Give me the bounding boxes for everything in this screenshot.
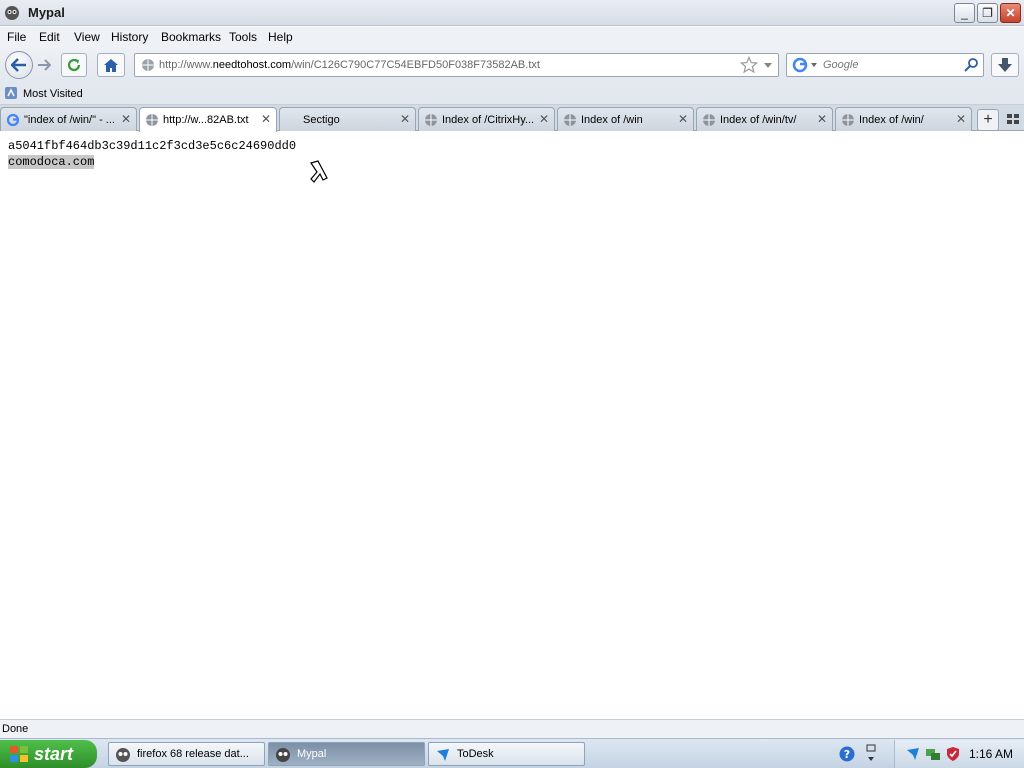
home-button[interactable] <box>97 53 125 77</box>
search-input[interactable]: Google <box>823 59 858 71</box>
svg-text:?: ? <box>844 748 850 761</box>
reload-icon <box>67 58 81 72</box>
url-history-dropdown-icon[interactable] <box>763 58 773 72</box>
bookmark-star-icon[interactable] <box>740 56 758 74</box>
search-icon[interactable] <box>963 57 979 73</box>
list-all-tabs-icon[interactable] <box>1006 112 1020 126</box>
security-shield-icon[interactable] <box>945 746 961 762</box>
start-label: start <box>34 743 74 764</box>
taskbar-item-mypal[interactable]: Mypal <box>268 742 425 766</box>
language-bar-icon[interactable] <box>864 743 878 765</box>
search-bar[interactable]: Google <box>786 53 984 77</box>
title-bar: Mypal _ ❐ ✕ <box>0 0 1024 26</box>
tab-index-win-tv[interactable]: Index of /win/tv/ ✕ <box>696 107 833 131</box>
url-bar[interactable]: http://www.needtohost.com/win/C126C790C7… <box>134 53 779 77</box>
menu-help[interactable]: Help <box>268 30 293 44</box>
menu-bar: File Edit View History Bookmarks Tools H… <box>0 27 1024 47</box>
globe-icon <box>564 114 576 126</box>
globe-icon <box>842 114 854 126</box>
most-visited-bookmark[interactable]: Most Visited <box>23 88 83 100</box>
taskbar-item-label: ToDesk <box>457 748 494 760</box>
status-text: Done <box>2 723 29 735</box>
tab-label: http://w...82AB.txt <box>163 114 249 126</box>
most-visited-folder-icon <box>5 87 17 99</box>
taskbar-item-label: firefox 68 release dat... <box>137 748 249 760</box>
menu-tools[interactable]: Tools <box>229 30 257 44</box>
menu-view[interactable]: View <box>74 30 100 44</box>
back-arrow-icon <box>11 58 26 72</box>
home-icon <box>104 58 118 72</box>
restore-button[interactable]: ❐ <box>977 3 998 23</box>
help-icon[interactable]: ? <box>838 745 856 763</box>
forward-arrow-icon <box>38 59 51 71</box>
mypal-app-icon <box>276 748 290 762</box>
tab-sectigo[interactable]: Sectigo ✕ <box>279 107 416 131</box>
mypal-app-icon <box>5 6 19 20</box>
tab-label: Index of /win/tv/ <box>720 114 797 126</box>
page-content: a5041fbf464db3c39d11c2f3cd3e5c6c24690dd0… <box>0 132 1024 719</box>
tab-close-icon[interactable]: ✕ <box>539 112 549 126</box>
taskbar: start firefox 68 release dat... Mypal To… <box>0 738 1024 768</box>
status-bar: Done <box>0 719 1024 738</box>
tab-label: Index of /CitrixHy... <box>442 114 535 126</box>
url-text[interactable]: http://www.needtohost.com/win/C126C790C7… <box>159 59 540 71</box>
system-tray: 1:16 AM <box>894 740 1024 768</box>
todesk-icon <box>437 749 449 761</box>
new-tab-button[interactable]: + <box>977 109 999 131</box>
start-button[interactable]: start <box>0 740 97 768</box>
clock: 1:16 AM <box>969 747 1014 761</box>
tab-label: Index of /win <box>581 114 643 126</box>
reload-button[interactable] <box>61 53 87 77</box>
tab-index-win-search[interactable]: "index of /win/" - ... ✕ <box>0 107 137 131</box>
tab-close-icon[interactable]: ✕ <box>956 112 966 126</box>
taskbar-item-firefox[interactable]: firefox 68 release dat... <box>108 742 265 766</box>
menu-bookmarks[interactable]: Bookmarks <box>161 30 221 44</box>
tab-close-icon[interactable]: ✕ <box>121 112 131 126</box>
search-engine-selector[interactable] <box>792 57 818 76</box>
minimize-button[interactable]: _ <box>954 3 975 23</box>
menu-edit[interactable]: Edit <box>39 30 60 44</box>
network-tray-icon[interactable] <box>925 746 941 762</box>
globe-icon <box>142 59 154 71</box>
window-title: Mypal <box>28 5 65 20</box>
download-arrow-icon <box>998 58 1012 72</box>
taskbar-item-label: Mypal <box>297 748 327 760</box>
globe-icon <box>146 114 158 126</box>
tab-index-win-slash[interactable]: Index of /win/ ✕ <box>835 107 972 131</box>
tab-label: Sectigo <box>303 114 340 126</box>
menu-file[interactable]: File <box>7 30 26 44</box>
tab-close-icon[interactable]: ✕ <box>261 112 271 126</box>
mouse-cursor-icon <box>310 160 328 183</box>
navigation-toolbar: http://www.needtohost.com/win/C126C790C7… <box>0 47 1024 83</box>
tab-strip: "index of /win/" - ... ✕ http://w...82AB… <box>0 105 1024 132</box>
forward-button[interactable] <box>33 55 55 75</box>
tab-close-icon[interactable]: ✕ <box>817 112 827 126</box>
google-icon <box>792 57 817 73</box>
tab-index-win[interactable]: Index of /win ✕ <box>557 107 694 131</box>
tab-index-citrix[interactable]: Index of /CitrixHy... ✕ <box>418 107 555 131</box>
globe-icon <box>425 114 437 126</box>
content-domain-line: comodoca.com <box>8 155 95 169</box>
mypal-app-icon <box>116 748 130 762</box>
back-button[interactable] <box>5 51 33 79</box>
content-hash-line: a5041fbf464db3c39d11c2f3cd3e5c6c24690dd0 <box>8 139 297 153</box>
bookmarks-toolbar: Most Visited <box>0 83 1024 105</box>
todesk-tray-icon[interactable] <box>905 746 921 762</box>
tab-close-icon[interactable]: ✕ <box>678 112 688 126</box>
downloads-button[interactable] <box>991 53 1019 77</box>
menu-history[interactable]: History <box>111 30 148 44</box>
tab-label: "index of /win/" - ... <box>24 114 115 126</box>
tab-label: Index of /win/ <box>859 114 924 126</box>
taskbar-item-todesk[interactable]: ToDesk <box>428 742 585 766</box>
google-icon <box>6 113 20 127</box>
tab-current-txt[interactable]: http://w...82AB.txt ✕ <box>139 107 277 132</box>
globe-icon <box>703 114 715 126</box>
windows-logo-icon <box>10 746 28 762</box>
tab-close-icon[interactable]: ✕ <box>400 112 410 126</box>
close-window-button[interactable]: ✕ <box>1000 3 1021 23</box>
